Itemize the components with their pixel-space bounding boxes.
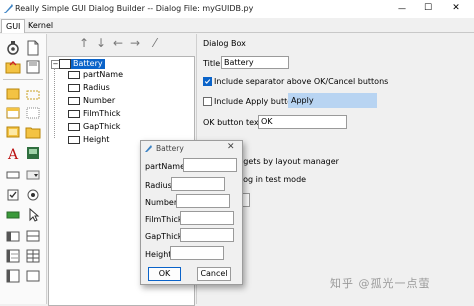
radiobutton-widget-icon[interactable] [25,187,41,203]
section-dialog-box: Dialog Box [203,39,246,48]
test-partname-input[interactable] [183,158,237,172]
tree-node[interactable]: GapThick [83,122,120,131]
maximize-button[interactable]: ☐ [418,2,438,15]
test-ok-button[interactable]: OK [148,267,181,281]
text-widget-icon[interactable] [5,268,21,284]
menubutton-widget-icon[interactable] [25,167,41,183]
combobox-widget-icon[interactable] [5,228,21,244]
window-title: Really Simple GUI Dialog Builder -- Dial… [15,4,254,13]
separator-label: Include separator above OK/Cancel button… [214,77,389,86]
settings-icon[interactable] [5,40,21,56]
apply-checkbox[interactable] [203,97,212,106]
tree-node[interactable]: Height [83,135,109,144]
canvas-widget-icon[interactable] [25,268,41,284]
move-left-arrow-icon[interactable]: ← [111,36,125,50]
button-widget-icon[interactable] [5,167,21,183]
test-height-input[interactable] [170,246,224,260]
entry-node-icon [68,97,80,105]
entry-node-icon [68,71,80,79]
tree-node[interactable]: FilmThick [83,109,120,118]
test-field-label: FilmThick [145,215,183,224]
ok-button-text-label: OK button text: [203,118,265,127]
tab-gui[interactable]: GUI [1,19,26,33]
test-field-label: partName [145,162,186,171]
frame-widget-icon[interactable] [5,86,21,102]
ok-button-text-input[interactable]: OK [258,115,347,129]
close-button[interactable]: ✕ [446,2,466,15]
listbox-widget-icon[interactable] [5,248,21,264]
dialog-node-icon [59,59,71,69]
tree-node[interactable]: partName [83,70,123,79]
watermark: 知乎 @孤光一点萤 [330,277,431,290]
minimize-button[interactable]: — [392,2,412,15]
panedwindow-widget-icon[interactable] [25,105,41,121]
move-down-arrow-icon[interactable]: ↓ [94,36,108,50]
entry-node-icon [68,110,80,118]
layout-manager-label: idgets by layout manager [236,157,339,166]
move-right-arrow-icon[interactable]: → [128,36,142,50]
test-field-label: Radius [145,181,172,190]
tree-connector [54,68,56,138]
notebook-widget-icon[interactable] [5,105,21,121]
test-mode-label: alog in test mode [236,175,307,184]
entry-node-icon [68,136,80,144]
apply-button-text-input[interactable]: Apply [288,93,377,108]
tab-kernel[interactable]: Kernel [24,19,57,32]
entry-node-icon [68,84,80,92]
delete-widget-icon[interactable]: ⁄ [148,36,162,50]
tree-node[interactable]: Radius [83,83,110,92]
test-field-label: GapThick [145,232,183,241]
image-widget-icon[interactable] [25,145,41,161]
spinbox-widget-icon[interactable] [25,228,41,244]
separator-checkbox[interactable] [203,77,212,86]
save-icon[interactable] [25,59,41,75]
label-widget-icon[interactable]: A [5,145,21,161]
app-feather-icon [4,4,13,13]
test-dialog-close-icon[interactable]: ✕ [227,142,235,152]
progressbar-widget-icon[interactable] [5,207,21,223]
entry-node-icon [68,123,80,131]
tree-node-root[interactable]: Battery [71,59,105,69]
checkbutton-widget-icon[interactable] [5,187,21,203]
svg-text:A: A [7,147,19,161]
test-number-input[interactable] [176,194,230,208]
move-up-arrow-icon[interactable]: ↑ [77,36,91,50]
test-gapthick-input[interactable] [180,228,234,242]
tree-node[interactable]: Number [83,96,115,105]
treeview-widget-icon[interactable] [25,248,41,264]
dialog-feather-icon [145,145,152,152]
scrolled-frame-icon[interactable] [5,124,21,140]
test-radius-input[interactable] [171,177,225,191]
tab-strip [0,18,474,33]
title-label: Title: [203,59,223,68]
toolbox-divider [3,79,43,80]
open-folder-icon[interactable] [5,59,21,75]
test-field-label: Number [145,198,178,207]
title-input[interactable]: Battery [221,56,289,69]
labelframe-widget-icon[interactable] [25,86,41,102]
check-mark-icon [204,79,211,84]
test-cancel-button[interactable]: Cancel [197,267,231,281]
new-file-icon[interactable] [25,40,41,56]
test-field-label: Height [145,250,172,259]
test-dialog-title: Battery [156,144,184,153]
folder-widget-icon[interactable] [25,124,41,140]
pointer-widget-icon[interactable] [25,207,41,223]
apply-label: Include Apply button: [214,97,300,106]
test-filmthick-input[interactable] [180,211,234,225]
